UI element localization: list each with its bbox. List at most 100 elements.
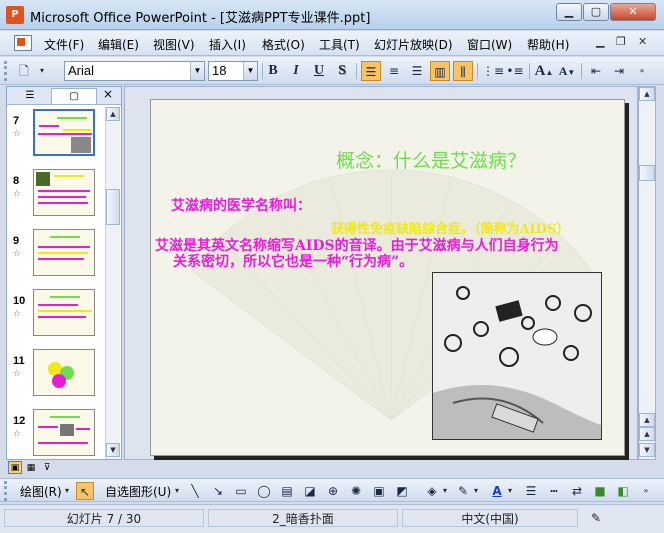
text-box-icon[interactable]: ▤ bbox=[278, 482, 296, 500]
align-right-icon[interactable]: ☰ bbox=[407, 61, 427, 81]
chevron-down-icon[interactable]: ▾ bbox=[505, 482, 515, 500]
rectangle-icon[interactable]: ▭ bbox=[232, 482, 250, 500]
scrollbar-thumb[interactable] bbox=[106, 189, 120, 225]
next-slide-icon[interactable]: ▼ bbox=[639, 443, 655, 457]
shadow-button[interactable]: S bbox=[332, 61, 352, 81]
menu-window[interactable]: 窗口(W) bbox=[467, 36, 512, 53]
slide-thumb-9[interactable]: 9 ☆ bbox=[7, 227, 105, 285]
decrease-font-size-button[interactable]: A▼ bbox=[557, 61, 577, 81]
slide-text-full-name[interactable]: 获得性免疫缺陷综合症。（简称为AIDS） bbox=[331, 218, 569, 237]
wordart-icon[interactable]: ◪ bbox=[301, 482, 319, 500]
arrow-style-icon[interactable]: ⇄ bbox=[568, 482, 586, 500]
chevron-down-icon[interactable]: ▼ bbox=[243, 62, 257, 80]
increase-font-size-button[interactable]: A▲ bbox=[534, 61, 554, 81]
menu-help[interactable]: 帮助(H) bbox=[527, 36, 569, 53]
font-color-icon[interactable]: A bbox=[488, 482, 506, 500]
fill-color-icon[interactable]: ◈ bbox=[423, 482, 441, 500]
slide-sorter-view-icon[interactable]: ▦ bbox=[24, 461, 38, 474]
menu-view[interactable]: 视图(V) bbox=[153, 36, 195, 53]
doc-close-icon[interactable]: ✕ bbox=[638, 35, 647, 48]
menu-insert[interactable]: 插入(I) bbox=[209, 36, 246, 53]
toolbar-grip[interactable] bbox=[4, 61, 7, 81]
chevron-down-icon[interactable]: ▾ bbox=[172, 482, 182, 500]
slide-scrollbar[interactable]: ▲ ▲ ▲ ▼ bbox=[638, 86, 656, 460]
menu-file[interactable]: 文件(F) bbox=[44, 36, 84, 53]
toolbar-separator bbox=[356, 63, 357, 79]
draw-menu-button[interactable]: 绘图(R) bbox=[20, 483, 62, 500]
line-color-icon[interactable]: ✎ bbox=[454, 482, 472, 500]
previous-slide-icon[interactable]: ▲ bbox=[639, 427, 655, 441]
autoshapes-menu-button[interactable]: 自选图形(U) bbox=[105, 483, 171, 500]
menu-edit[interactable]: 编辑(E) bbox=[98, 36, 139, 53]
line-style-icon[interactable]: ☰ bbox=[522, 482, 540, 500]
chevron-down-icon[interactable]: ▾ bbox=[62, 482, 72, 500]
new-document-icon[interactable]: 🗋 bbox=[14, 61, 34, 81]
slide-thumb-8[interactable]: 8 ☆ bbox=[7, 167, 105, 225]
menu-tools[interactable]: 工具(T) bbox=[319, 36, 360, 53]
spelling-check-icon[interactable]: ✎ bbox=[582, 509, 610, 527]
toolbar-options-icon[interactable]: ▾ bbox=[36, 61, 48, 81]
underline-button[interactable]: U bbox=[309, 61, 329, 81]
document-icon[interactable] bbox=[14, 35, 32, 51]
tab-slides[interactable]: ▢ bbox=[51, 88, 97, 104]
arrow-icon[interactable]: ↘ bbox=[209, 482, 227, 500]
distribute-icon[interactable]: ▥ bbox=[430, 61, 450, 81]
doc-restore-icon[interactable]: ❐ bbox=[616, 35, 626, 48]
slide-text-explanation[interactable]: 艾滋是其英文名称缩写AIDS的音译。由于艾滋病与人们自身行为 关系密切，所以它也… bbox=[155, 238, 624, 270]
slide-thumb-10[interactable]: 10 ☆ bbox=[7, 287, 105, 345]
toolbar-overflow-icon[interactable]: » bbox=[636, 61, 648, 81]
slide-thumb-11[interactable]: 11 ☆ bbox=[7, 347, 105, 405]
align-left-icon[interactable]: ☰ bbox=[361, 61, 381, 81]
slides-pane: ☰ ▢ × 7 ☆ 8 ☆ 9 ☆ 10 ☆ 11 ☆ 12 ☆ ▲ ▼ bbox=[6, 86, 122, 460]
clip-art-icon[interactable]: ✺ bbox=[347, 482, 365, 500]
menu-format[interactable]: 格式(O) bbox=[262, 36, 305, 53]
current-slide[interactable]: 概念：什么是艾滋病？ 艾滋病的医学名称叫： 获得性免疫缺陷综合症。（简称为AID… bbox=[150, 99, 625, 456]
diagram-icon[interactable]: ⊕ bbox=[324, 482, 342, 500]
slide-text-medical-name[interactable]: 艾滋病的医学名称叫： bbox=[171, 195, 311, 215]
chevron-down-icon[interactable]: ▼ bbox=[190, 62, 204, 80]
font-size-select[interactable]: 18 ▼ bbox=[208, 61, 258, 81]
line-icon[interactable]: ╲ bbox=[186, 482, 204, 500]
doc-minimize-icon[interactable]: ▁ bbox=[596, 35, 604, 48]
pane-close-button[interactable]: × bbox=[103, 87, 113, 101]
picture-icon[interactable]: ◩ bbox=[393, 482, 411, 500]
columns-icon[interactable]: ⫼ bbox=[453, 61, 473, 81]
scroll-down-icon[interactable]: ▼ bbox=[106, 443, 120, 457]
scroll-up-icon[interactable]: ▲ bbox=[106, 107, 120, 121]
normal-view-icon[interactable]: ▣ bbox=[8, 461, 22, 474]
scrollbar-thumb[interactable] bbox=[639, 165, 655, 181]
scroll-up-icon[interactable]: ▲ bbox=[639, 87, 655, 101]
bulleted-list-icon[interactable]: •≡ bbox=[505, 61, 525, 81]
slideshow-view-icon[interactable]: ⊽ bbox=[40, 461, 54, 474]
menu-slideshow[interactable]: 幻灯片放映(D) bbox=[374, 36, 453, 53]
align-center-icon[interactable]: ≡ bbox=[384, 61, 404, 81]
slide-thumb-7[interactable]: 7 ☆ bbox=[7, 107, 105, 165]
chevron-down-icon[interactable]: ▾ bbox=[440, 482, 450, 500]
minimize-button[interactable]: ▁ bbox=[556, 3, 582, 21]
toolbar-overflow-icon[interactable]: » bbox=[640, 482, 652, 500]
numbered-list-icon[interactable]: ⋮≡ bbox=[482, 61, 504, 81]
bold-button[interactable]: B bbox=[263, 61, 283, 81]
shadow-style-icon[interactable]: ■ bbox=[591, 482, 609, 500]
toolbar-grip[interactable] bbox=[4, 481, 7, 501]
close-button[interactable]: ✕ bbox=[610, 3, 656, 21]
scroll-down-icon[interactable]: ▲ bbox=[639, 413, 655, 427]
oval-icon[interactable]: ◯ bbox=[255, 482, 273, 500]
italic-button[interactable]: I bbox=[286, 61, 306, 81]
increase-indent-icon[interactable]: ⇥ bbox=[609, 61, 629, 81]
decrease-indent-icon[interactable]: ⇤ bbox=[586, 61, 606, 81]
dash-style-icon[interactable]: ┅ bbox=[545, 482, 563, 500]
chevron-down-icon[interactable]: ▾ bbox=[471, 482, 481, 500]
insert-picture-icon[interactable]: ▣ bbox=[370, 482, 388, 500]
select-objects-icon[interactable]: ↖ bbox=[76, 482, 94, 500]
font-name-select[interactable]: Arial ▼ bbox=[64, 61, 205, 81]
3d-style-icon[interactable]: ◧ bbox=[614, 482, 632, 500]
thumbnails-scrollbar[interactable]: ▲ ▼ bbox=[105, 107, 120, 459]
slide-title[interactable]: 概念：什么是艾滋病？ bbox=[336, 146, 526, 173]
design-template-status[interactable]: 2_暗香扑面 bbox=[208, 509, 398, 527]
tab-outline[interactable]: ☰ bbox=[9, 88, 51, 104]
maximize-button[interactable]: ▢ bbox=[583, 3, 609, 21]
slide-thumb-12[interactable]: 12 ☆ bbox=[7, 407, 105, 459]
powerpoint-app-icon[interactable]: P bbox=[6, 6, 24, 24]
hiv-cartoon-image[interactable] bbox=[432, 272, 602, 440]
